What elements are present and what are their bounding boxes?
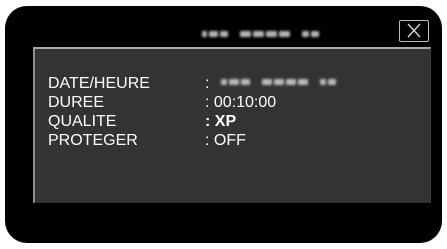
protect-label: PROTEGER: [48, 132, 138, 149]
protect-value: : OFF: [205, 132, 246, 149]
close-icon: [407, 23, 421, 38]
clip-title-redacted: [202, 31, 319, 37]
clip-info-panel: DATE/HEURE : DUREE : 00:10:00 QUALITE : …: [33, 47, 431, 203]
duration-value: : 00:10:00: [205, 94, 277, 111]
date-value: :: [205, 75, 337, 93]
date-label: DATE/HEURE: [48, 75, 150, 92]
close-button[interactable]: [399, 20, 429, 42]
date-value-redacted: [221, 79, 337, 86]
duration-label: DUREE: [48, 94, 105, 111]
quality-value: : XP: [205, 113, 237, 130]
quality-label: QUALITE: [48, 113, 117, 130]
camera-lcd-screen: DATE/HEURE : DUREE : 00:10:00 QUALITE : …: [5, 6, 442, 243]
